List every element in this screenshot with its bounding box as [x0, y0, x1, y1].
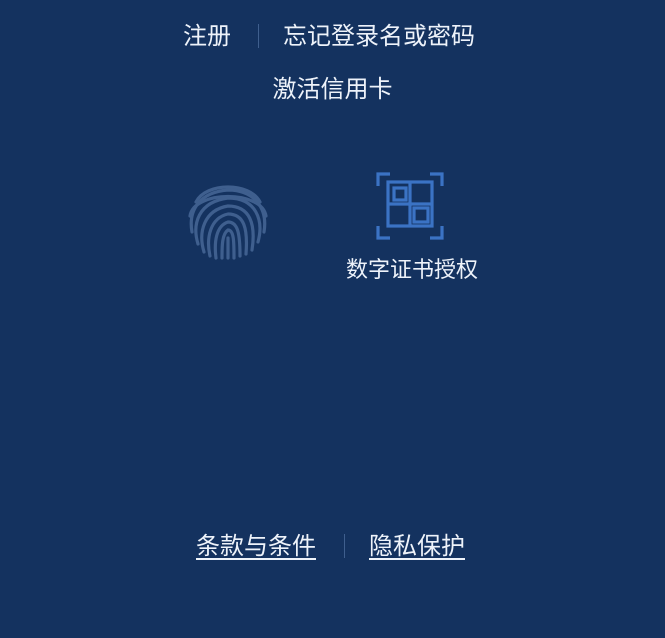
top-links: 注册 忘记登录名或密码	[0, 18, 665, 58]
qr-scan-icon	[376, 172, 444, 240]
register-link[interactable]: 注册	[183, 18, 231, 54]
certificate-auth-button[interactable]	[374, 170, 446, 242]
activate-credit-card-link[interactable]: 激活信用卡	[0, 71, 665, 107]
certificate-auth-label[interactable]: 数字证书授权	[332, 254, 492, 288]
fingerprint-icon	[188, 185, 268, 260]
fingerprint-login-button[interactable]	[182, 172, 274, 264]
terms-and-conditions-link[interactable]: 条款与条件	[196, 528, 316, 564]
privacy-link[interactable]: 隐私保护	[369, 528, 465, 564]
footer-links-divider	[344, 534, 345, 558]
top-links-divider	[258, 24, 259, 48]
forgot-login-or-password-link[interactable]: 忘记登录名或密码	[283, 18, 475, 54]
footer-links: 条款与条件 隐私保护	[0, 528, 665, 564]
